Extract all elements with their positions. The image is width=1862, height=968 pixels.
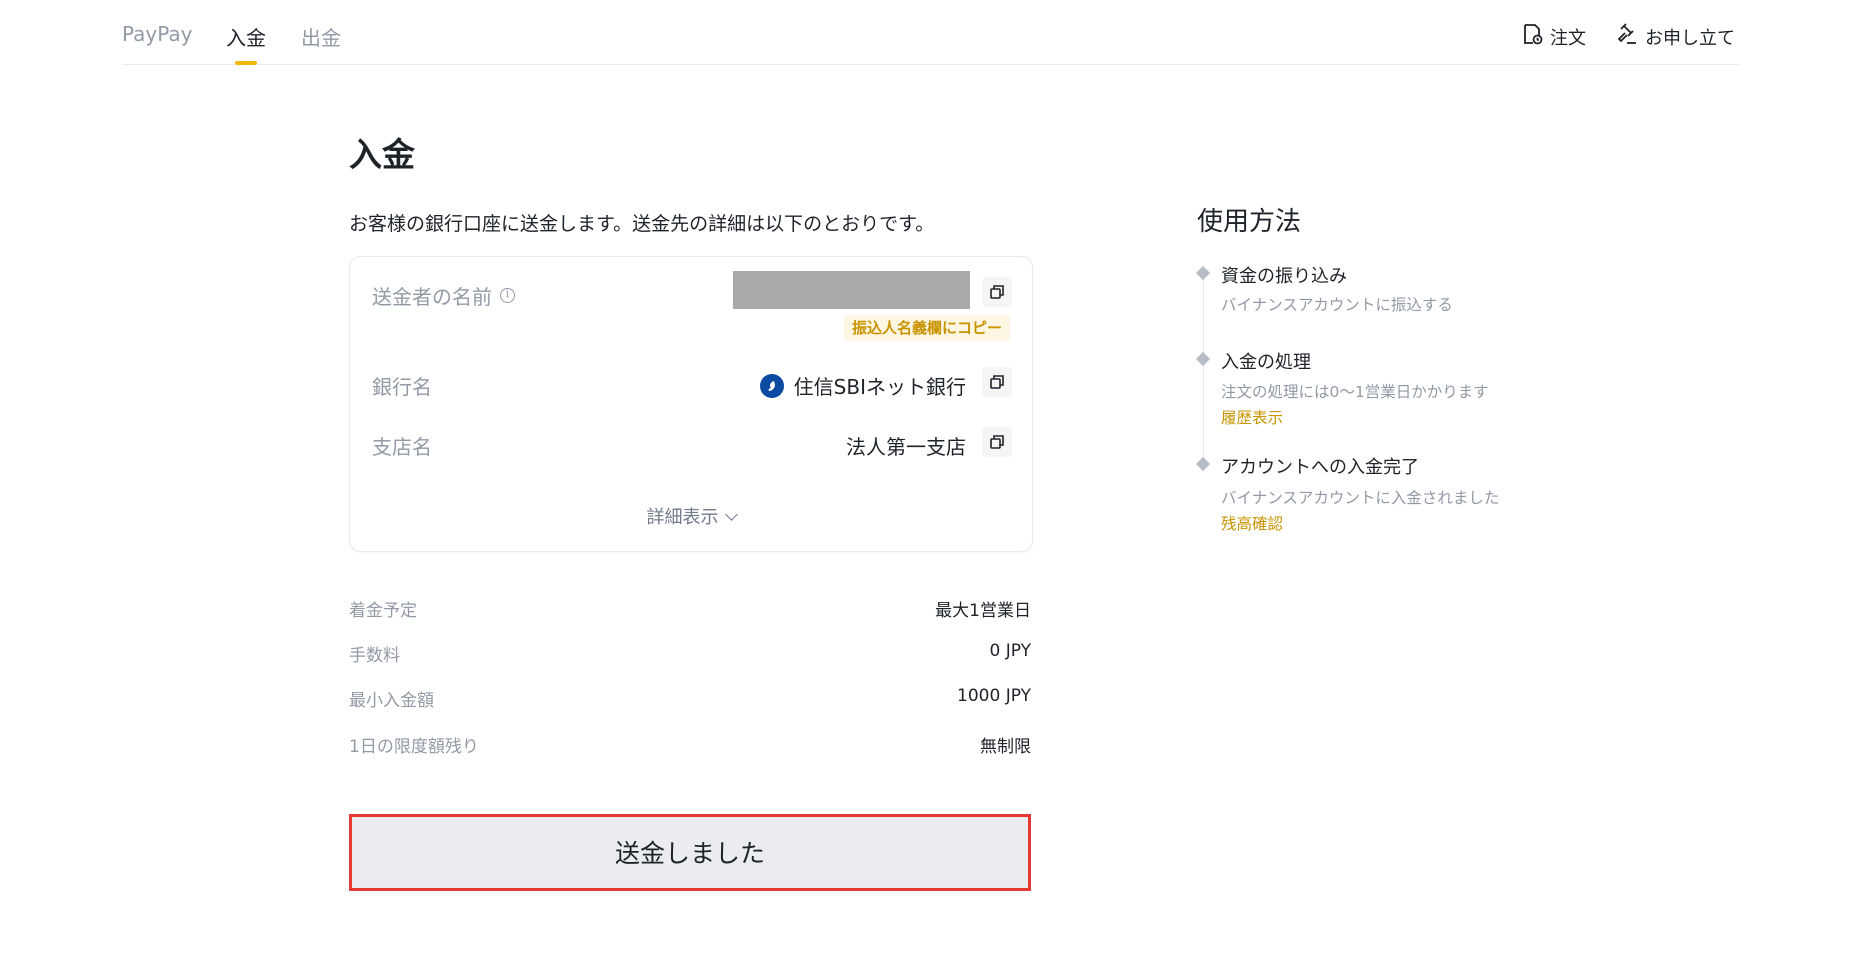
summary-row: 1日の限度額残り 無制限 — [349, 732, 1031, 757]
branch-label: 支店名 — [372, 435, 432, 459]
summary-label: 着金予定 — [349, 601, 417, 621]
guide-step-title: 資金の振り込み — [1221, 266, 1347, 287]
tab-deposit[interactable]: 入金 — [226, 22, 266, 65]
sender-name-label: 送金者の名前 i — [372, 281, 515, 310]
bank-logo-icon — [759, 373, 784, 398]
top-nav: PayPay 入金 出金 注文 お申し立て — [122, 0, 1740, 65]
guide-step-desc: バイナンスアカウントに振込する — [1221, 296, 1453, 314]
guide-step-title: アカウントへの入金完了 — [1221, 457, 1419, 478]
copy-icon — [990, 435, 1004, 449]
tab-deposit-label: 入金 — [226, 26, 266, 50]
tab-paypay-label: PayPay — [122, 22, 193, 46]
summary-label: 1日の限度額残り — [349, 737, 479, 757]
order-history-icon — [1520, 22, 1544, 51]
copy-icon — [990, 285, 1004, 299]
step-diamond-icon — [1195, 456, 1211, 472]
bank-name-text: 住信SBIネット銀行 — [793, 375, 966, 399]
sender-name-value-redacted — [733, 271, 970, 309]
summary-label: 手数料 — [349, 646, 400, 666]
guide-step-desc: 注文の処理には0〜1営業日かかります — [1221, 383, 1489, 401]
copy-to-payer-name-chip[interactable]: 振込人名義欄にコピー — [843, 315, 1010, 341]
summary-label: 最小入金額 — [349, 691, 434, 711]
info-icon[interactable]: i — [500, 288, 515, 303]
branch-value: 法人第一支店 — [846, 435, 966, 459]
orders-button[interactable]: 注文 — [1520, 22, 1586, 51]
guide-step-desc: バイナンスアカウントに入金されました — [1221, 489, 1500, 507]
summary-value: 0 JPY — [989, 641, 1032, 661]
copy-sender-name-button[interactable] — [982, 277, 1012, 307]
bank-name-value: 住信SBIネット銀行 — [759, 371, 966, 400]
chevron-down-icon — [724, 508, 738, 521]
active-tab-indicator — [235, 61, 257, 65]
sender-name-label-text: 送金者の名前 — [372, 285, 492, 309]
bank-name-label: 銀行名 — [372, 375, 432, 399]
appeal-button[interactable]: お申し立て — [1615, 22, 1735, 51]
guide-timeline-line — [1203, 274, 1204, 466]
guide-step-title: 入金の処理 — [1221, 352, 1311, 373]
summary-row: 最小入金額 1000 JPY — [349, 686, 1031, 711]
copy-branch-button[interactable] — [982, 427, 1012, 457]
page-title: 入金 — [349, 135, 415, 174]
intro-text: お客様の銀行口座に送金します。送金先の詳細は以下のとおりです。 — [349, 213, 935, 235]
show-details-label: 詳細表示 — [646, 507, 719, 528]
summary-value: 1000 JPY — [957, 686, 1031, 706]
gavel-icon — [1615, 22, 1639, 51]
step-diamond-icon — [1195, 351, 1211, 367]
tab-withdraw-label: 出金 — [301, 26, 341, 50]
appeal-label: お申し立て — [1645, 27, 1735, 49]
step-diamond-icon — [1195, 265, 1211, 281]
summary-row: 着金予定 最大1営業日 — [349, 596, 1031, 621]
transfer-completed-button[interactable]: 送金しました — [349, 814, 1031, 891]
copy-bank-name-button[interactable] — [982, 367, 1012, 397]
history-link[interactable]: 履歴表示 — [1221, 406, 1283, 428]
copy-icon — [990, 375, 1004, 389]
summary-value: 最大1営業日 — [935, 601, 1031, 621]
guide-title: 使用方法 — [1197, 207, 1302, 237]
show-details-toggle[interactable]: 詳細表示 — [350, 503, 1032, 529]
balance-check-link[interactable]: 残高確認 — [1221, 512, 1283, 534]
tab-withdraw[interactable]: 出金 — [301, 22, 341, 51]
summary-value: 無制限 — [980, 737, 1031, 757]
tab-paypay[interactable]: PayPay — [122, 22, 193, 46]
bank-details-card: 送金者の名前 i 振込人名義欄にコピー 銀行名 住信SBIネット銀行 支店名 法… — [349, 256, 1033, 552]
orders-label: 注文 — [1550, 27, 1586, 49]
summary-row: 手数料 0 JPY — [349, 641, 1032, 666]
